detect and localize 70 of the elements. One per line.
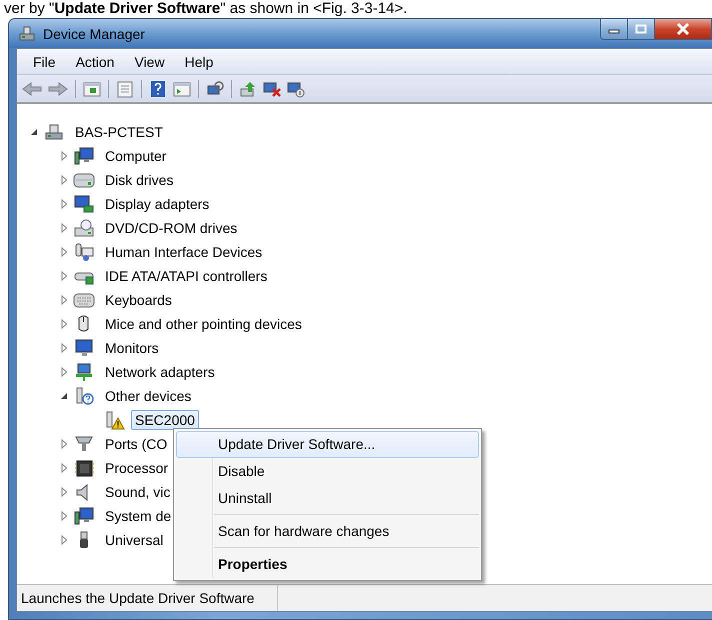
tree-item[interactable]: DVD/CD-ROM drives bbox=[101, 218, 242, 238]
tree-item[interactable]: Sound, vic bbox=[101, 482, 174, 502]
expand-arrow-icon[interactable] bbox=[59, 175, 69, 185]
close-button[interactable] bbox=[655, 19, 712, 40]
tree-item[interactable]: Display adapters bbox=[101, 194, 214, 214]
context-menu-item[interactable]: Disable bbox=[176, 458, 479, 485]
back-icon[interactable] bbox=[21, 80, 43, 98]
caption-text: ver by "Update Driver Software" as shown in <Fig. 3-3-14>. bbox=[3, 0, 408, 18]
context-menu-item[interactable]: Update Driver Software... bbox=[176, 431, 479, 458]
tree-item[interactable]: Disk drives bbox=[101, 170, 178, 190]
maximize-button[interactable] bbox=[628, 19, 655, 40]
tree-item[interactable]: Universal bbox=[101, 530, 168, 550]
tree-item[interactable]: IDE ATA/ATAPI controllers bbox=[101, 266, 272, 286]
close-icon bbox=[676, 23, 690, 35]
device-icon bbox=[73, 434, 95, 454]
menu-item[interactable]: View bbox=[124, 52, 175, 72]
scan-monitor-icon[interactable] bbox=[205, 80, 225, 98]
tree-item[interactable]: Computer bbox=[101, 146, 170, 166]
tree-item[interactable]: Human Interface Devices bbox=[101, 242, 266, 262]
expand-arrow-icon[interactable] bbox=[59, 511, 69, 521]
expand-arrow-icon[interactable] bbox=[59, 535, 69, 545]
expand-arrow-icon[interactable] bbox=[59, 439, 69, 449]
device-icon bbox=[73, 218, 95, 238]
forward-icon[interactable] bbox=[47, 80, 69, 98]
device-icon bbox=[73, 362, 95, 382]
expand-arrow-icon[interactable] bbox=[59, 247, 69, 257]
tree-item[interactable]: SEC2000 bbox=[131, 410, 199, 430]
tree-item[interactable]: Keyboards bbox=[101, 290, 176, 310]
status-text: Launches the Update Driver Software bbox=[17, 585, 278, 611]
tree-item[interactable]: System de bbox=[101, 506, 176, 526]
expand-arrow-icon[interactable] bbox=[59, 343, 69, 353]
properties-sheet-icon[interactable] bbox=[115, 80, 135, 98]
device-icon bbox=[73, 338, 95, 358]
device-icon bbox=[43, 122, 65, 142]
expand-arrow-icon[interactable] bbox=[59, 367, 69, 377]
expand-arrow-icon[interactable] bbox=[59, 151, 69, 161]
minimize-button[interactable] bbox=[600, 19, 628, 40]
device-icon bbox=[73, 146, 95, 166]
tree-item[interactable]: Other devices bbox=[101, 386, 196, 406]
device-icon bbox=[73, 506, 95, 526]
menu-item[interactable]: Help bbox=[174, 52, 224, 72]
help-icon[interactable] bbox=[148, 80, 168, 98]
device-icon bbox=[73, 194, 95, 214]
device-icon bbox=[73, 458, 95, 478]
expand-arrow-icon[interactable] bbox=[59, 319, 69, 329]
expand-arrow-icon[interactable] bbox=[59, 199, 69, 209]
tree-item[interactable]: Processor bbox=[101, 458, 172, 478]
expand-arrow-icon[interactable] bbox=[59, 295, 69, 305]
tree-item[interactable]: Monitors bbox=[101, 338, 163, 358]
tree-item[interactable]: Network adapters bbox=[101, 362, 219, 382]
menu-item[interactable]: Action bbox=[66, 52, 124, 72]
context-menu-item[interactable]: Properties bbox=[176, 551, 479, 578]
monitor-with-x-icon[interactable] bbox=[262, 80, 282, 98]
context-menu-item[interactable]: Scan for hardware changes bbox=[176, 518, 479, 545]
device-icon bbox=[73, 242, 95, 262]
tree-item[interactable]: Ports (CO bbox=[101, 434, 172, 454]
device-manager-icon bbox=[17, 24, 37, 42]
context-menu-item[interactable]: Uninstall bbox=[176, 485, 479, 512]
maximize-icon bbox=[635, 24, 647, 34]
expand-arrow-icon[interactable] bbox=[59, 487, 69, 497]
update-driver-icon[interactable] bbox=[238, 80, 258, 98]
expand-arrow-icon[interactable] bbox=[59, 223, 69, 233]
collapse-arrow-icon[interactable] bbox=[59, 391, 69, 401]
tree-item[interactable]: Mice and other pointing devices bbox=[101, 314, 306, 334]
window-title: Device Manager bbox=[43, 26, 145, 42]
tree-item[interactable]: BAS-PCTEST bbox=[71, 122, 167, 142]
expand-arrow-icon[interactable] bbox=[59, 463, 69, 473]
collapse-arrow-icon[interactable] bbox=[29, 127, 39, 137]
menu-item[interactable]: File bbox=[23, 52, 66, 72]
expand-arrow-icon[interactable] bbox=[59, 271, 69, 281]
